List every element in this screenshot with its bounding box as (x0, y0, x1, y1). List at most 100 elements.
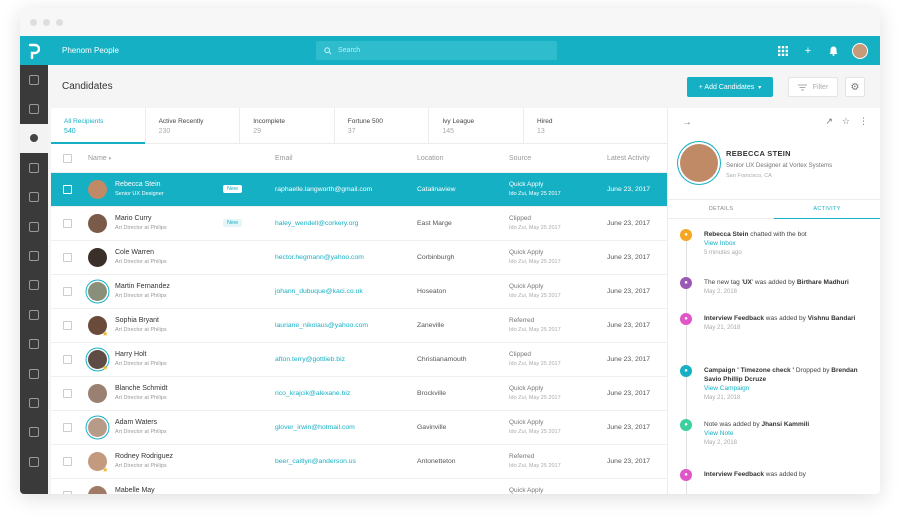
star-outline-icon[interactable]: ☆ (842, 116, 850, 127)
column-name[interactable]: Name ▾ (88, 155, 111, 162)
candidate-email[interactable]: beer_caitlyn@anderson.us (275, 458, 356, 465)
window-minimize-dot[interactable] (43, 18, 50, 26)
filter-button[interactable]: Filter (788, 77, 838, 97)
bell-icon[interactable] (827, 45, 839, 57)
candidate-name[interactable]: Harry Holt (115, 351, 147, 358)
tab-activity[interactable]: ACTIVITY (774, 200, 880, 219)
avatar[interactable] (88, 282, 107, 301)
row-checkbox[interactable] (63, 457, 72, 466)
activity-time: May 21, 2018 (704, 325, 741, 331)
candidate-name[interactable]: Sophia Bryant (115, 317, 159, 324)
candidate-email[interactable]: lauriane_nikolaus@yahoo.com (275, 322, 368, 329)
sidebar-item-dashboard[interactable] (20, 65, 48, 94)
tab-incomplete[interactable]: Incomplete 29 (240, 108, 335, 143)
row-checkbox[interactable] (63, 491, 72, 494)
sidebar-item-documents[interactable] (20, 183, 48, 212)
column-location[interactable]: Location (417, 155, 443, 162)
candidate-email[interactable]: afton.terry@gottlieb.biz (275, 356, 345, 363)
candidate-email[interactable]: glover_irwin@hotmail.com (275, 424, 355, 431)
tab-all-recipients[interactable]: All Recipients 540 (51, 108, 146, 144)
apps-grid-icon[interactable] (777, 45, 789, 57)
candidate-name[interactable]: Blanche Schmidt (115, 385, 168, 392)
open-external-icon[interactable]: ↗ (825, 116, 833, 127)
table-row[interactable]: Adam Waters Art Director at Philips glov… (51, 411, 667, 445)
more-vertical-icon[interactable]: ⋮ (859, 116, 868, 127)
tab-fortune-500[interactable]: Fortune 500 37 (335, 108, 430, 143)
row-checkbox[interactable] (63, 423, 72, 432)
candidate-name[interactable]: Mabelle May (115, 487, 155, 494)
candidate-name[interactable]: Mario Curry (115, 215, 152, 222)
sidebar-item-checklist[interactable] (20, 300, 48, 329)
candidate-source: Quick Apply (509, 283, 544, 290)
candidate-name[interactable]: Cole Warren (115, 249, 154, 256)
table-row[interactable]: Rebecca Stein Senior UX Designer New rap… (51, 173, 667, 207)
candidate-email[interactable]: haley_wendell@corkery.org (275, 220, 358, 227)
row-checkbox[interactable] (63, 185, 72, 194)
window-maximize-dot[interactable] (56, 18, 63, 26)
candidate-name[interactable]: Rebecca Stein (115, 181, 161, 188)
table-row[interactable]: Cole Warren Art Director at Philips hect… (51, 241, 667, 275)
window-close-dot[interactable] (30, 18, 37, 26)
add-candidates-button[interactable]: + Add Candidates ▾ (687, 77, 773, 97)
gear-icon: ⚙ (850, 81, 860, 93)
sidebar-item-files[interactable] (20, 241, 48, 270)
candidate-email[interactable]: hector.hegmann@yahoo.com (275, 254, 364, 261)
tab-details[interactable]: DETAILS (668, 200, 774, 218)
sidebar-item-jobs[interactable] (20, 94, 48, 123)
candidate-email[interactable]: rico_krajcik@alexane.biz (275, 390, 350, 397)
column-source[interactable]: Source (509, 155, 531, 162)
candidate-email[interactable]: johann_dubuque@kaci.co.uk (275, 288, 363, 295)
avatar[interactable] (88, 418, 107, 437)
candidate-name[interactable]: Rodney Rodriguez (115, 453, 173, 460)
table-row[interactable]: ★ Harry Holt Art Director at Philips aft… (51, 343, 667, 377)
logo-icon[interactable] (20, 36, 48, 65)
tab-active-recently[interactable]: Active Recently 230 (146, 108, 241, 143)
table-row[interactable]: ★ Sophia Bryant Art Director at Philips … (51, 309, 667, 343)
window-chrome (20, 8, 880, 36)
avatar[interactable] (88, 486, 107, 494)
candidate-name[interactable]: Adam Waters (115, 419, 157, 426)
table-row[interactable]: Mabelle May Quick Apply (51, 479, 667, 494)
tab-ivy-league[interactable]: Ivy League 145 (429, 108, 524, 143)
avatar[interactable] (88, 180, 107, 199)
candidate-name[interactable]: Martin Fernandez (115, 283, 170, 290)
sidebar-item-campaigns[interactable] (20, 212, 48, 241)
search-input[interactable]: Search (316, 41, 557, 60)
sidebar-item-profiles[interactable] (20, 153, 48, 182)
sidebar-item-reports[interactable] (20, 388, 48, 417)
sidebar-item-candidates[interactable] (20, 123, 48, 154)
row-checkbox[interactable] (63, 355, 72, 364)
add-icon[interactable]: + (802, 45, 814, 57)
arrow-right-icon[interactable]: → (682, 117, 692, 128)
avatar[interactable] (88, 248, 107, 267)
activity-link[interactable]: View Campaign (704, 384, 872, 393)
row-checkbox[interactable] (63, 287, 72, 296)
table-row[interactable]: Blanche Schmidt Art Director at Philips … (51, 377, 667, 411)
select-all-checkbox[interactable] (63, 153, 72, 163)
sidebar-item-inbox[interactable] (20, 330, 48, 359)
activity-link[interactable]: View Note (704, 429, 872, 438)
table-row[interactable]: Martin Fernandez Art Director at Philips… (51, 275, 667, 309)
user-avatar[interactable] (852, 42, 868, 59)
column-email[interactable]: Email (275, 155, 293, 162)
activity-link[interactable]: View Inbox (704, 239, 872, 248)
table-row[interactable]: ★ Rodney Rodriguez Art Director at Phili… (51, 445, 667, 479)
avatar[interactable] (88, 214, 107, 233)
row-checkbox[interactable] (63, 389, 72, 398)
row-checkbox[interactable] (63, 253, 72, 262)
sidebar-item-bugs[interactable] (20, 447, 48, 476)
sidebar-item-settings[interactable] (20, 359, 48, 388)
table-row[interactable]: Mario Curry Art Director at Philips New … (51, 207, 667, 241)
candidate-email[interactable]: raphaelle.langworth@gmail.com (275, 186, 372, 193)
row-checkbox[interactable] (63, 219, 72, 228)
row-checkbox[interactable] (63, 321, 72, 330)
settings-button[interactable]: ⚙ (845, 77, 865, 97)
sidebar-item-tasks[interactable] (20, 271, 48, 300)
sidebar-item-teams[interactable] (20, 418, 48, 447)
column-latest-activity[interactable]: Latest Activity (607, 155, 650, 162)
activity-mid: was added by (763, 471, 806, 478)
avatar[interactable] (88, 384, 107, 403)
column-name-label: Name (88, 154, 107, 162)
activity-text: Interview Feedback was added by (704, 470, 872, 479)
tab-hired[interactable]: Hired 13 (524, 108, 619, 143)
